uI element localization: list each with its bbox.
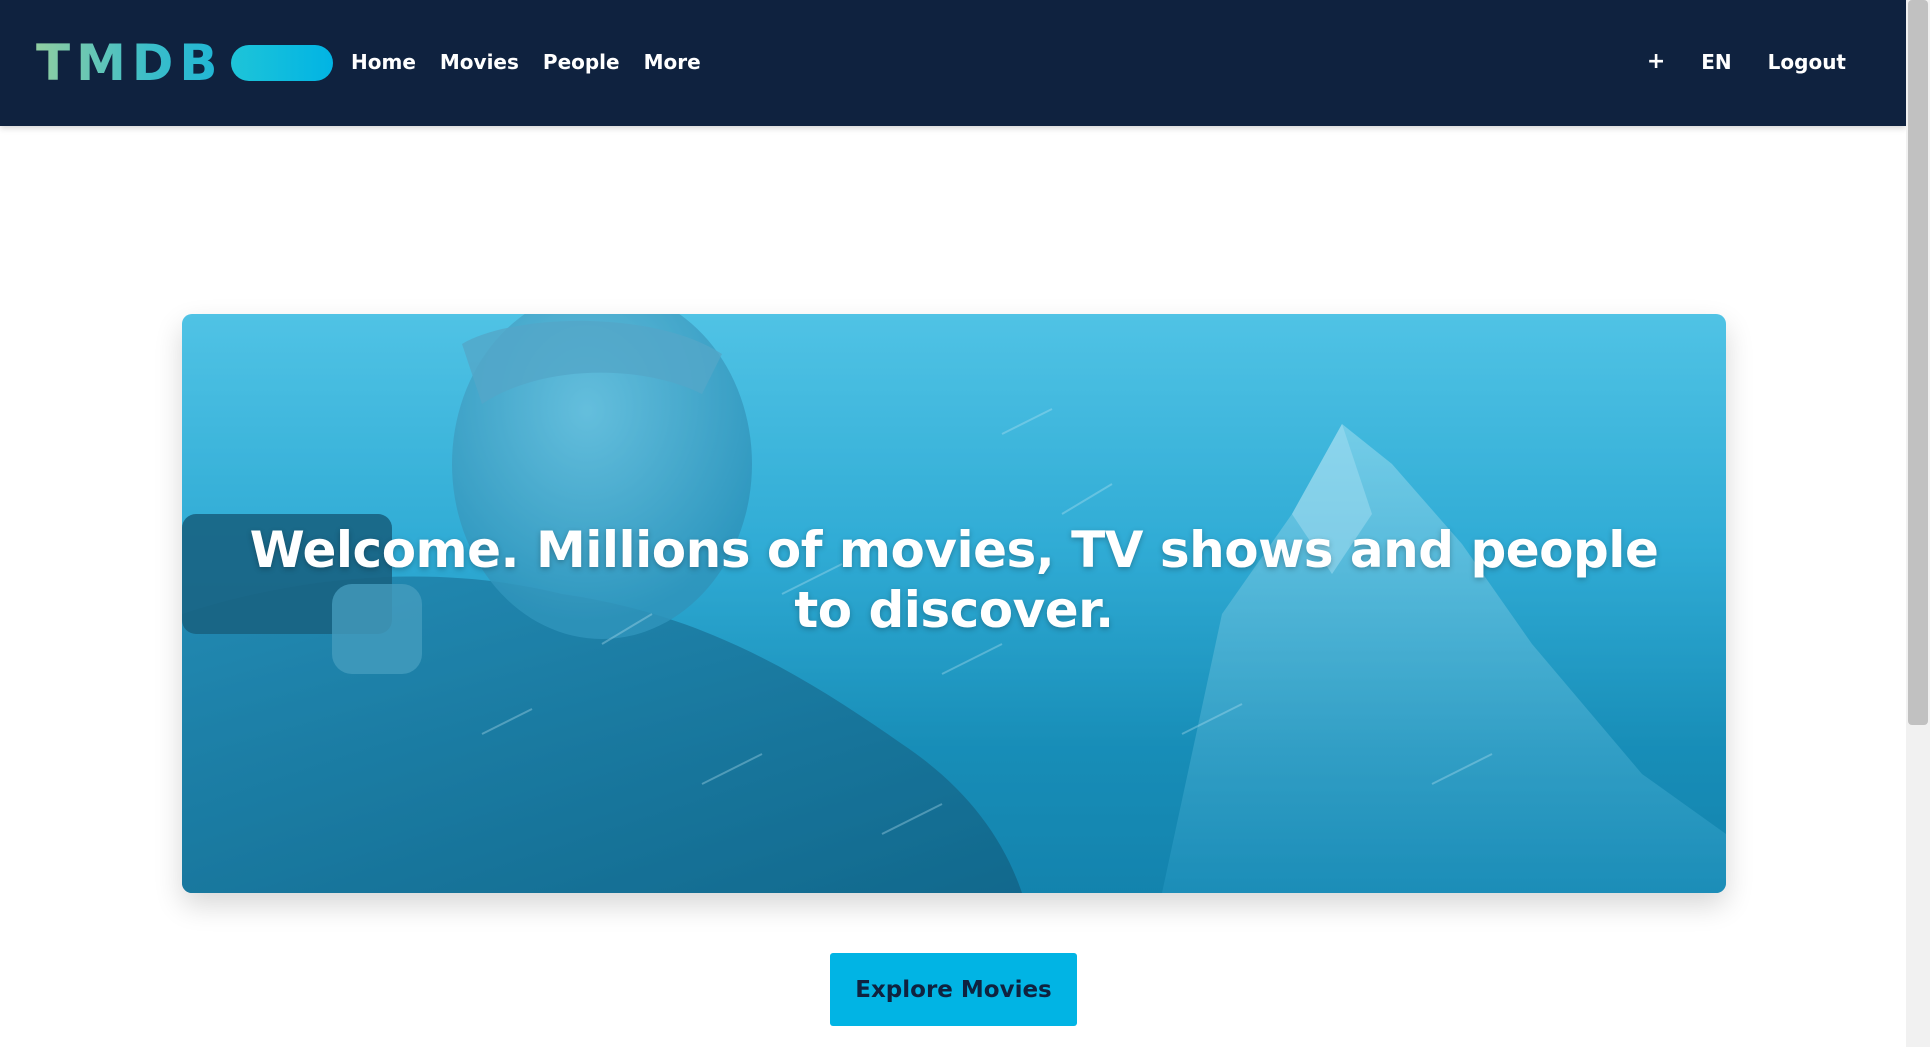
logo-text: TMDB [36, 34, 224, 92]
top-navbar: TMDB Home Movies People More + EN Logout [0, 0, 1906, 126]
add-icon[interactable]: + [1647, 46, 1665, 78]
user-nav: + EN Logout [1611, 46, 1846, 78]
hero-banner: Welcome. Millions of movies, TV shows an… [182, 314, 1726, 893]
nav-movies-link[interactable]: Movies [440, 46, 519, 78]
nav-home-link[interactable]: Home [351, 46, 416, 78]
page-scrollbar[interactable] [1906, 0, 1930, 1047]
nav-more-link[interactable]: More [644, 46, 701, 78]
main-nav: Home Movies People More [351, 46, 725, 78]
hero-welcome-heading: Welcome. Millions of movies, TV shows an… [249, 521, 1659, 639]
logout-link[interactable]: Logout [1768, 46, 1846, 78]
explore-movies-button[interactable]: Explore Movies [830, 953, 1077, 1026]
nav-people-link[interactable]: People [543, 46, 620, 78]
tmdb-logo[interactable]: TMDB [36, 34, 334, 92]
scrollbar-thumb[interactable] [1908, 0, 1928, 725]
logo-pill-shape [231, 45, 334, 81]
language-button[interactable]: EN [1701, 46, 1731, 78]
